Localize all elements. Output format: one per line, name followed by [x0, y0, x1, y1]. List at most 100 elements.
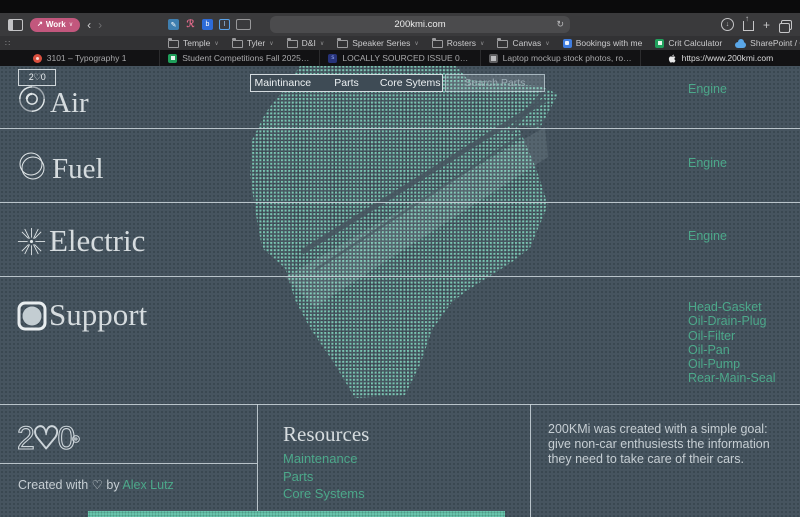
tab-stock-photos[interactable]: Laptop mockup stock photos, royalty-free… — [481, 50, 641, 66]
forward-button[interactable]: › — [98, 19, 102, 31]
folder-icon — [287, 40, 298, 48]
site-nav-buttons: Maintinance Parts Core Sytems — [250, 74, 443, 92]
r-extension-icon[interactable]: ℛ — [185, 19, 196, 30]
browser-window: ↗ Work ∨ ‹ › ✎ ℛ b I 200kmi.com ↻ ↓ + ∷ — [0, 0, 800, 517]
bookmark-folder-dandi[interactable]: D&I∨ — [287, 38, 325, 48]
svg-text:2♡0: 2♡0 — [17, 420, 74, 456]
support-link-oil-pump[interactable]: Oil-Pump — [688, 357, 776, 371]
bookmark-folder-rosters[interactable]: Rosters∨ — [432, 38, 485, 48]
row-label-electric: Electric — [49, 224, 145, 258]
footer-credit: Created with ♡ by Alex Lutz — [18, 477, 174, 492]
bookmark-folder-canvas[interactable]: Canvas∨ — [497, 38, 549, 48]
address-bar[interactable]: 200kmi.com ↻ — [270, 16, 570, 33]
b-extension-icon[interactable]: b — [202, 19, 213, 30]
browser-toolbar: ↗ Work ∨ ‹ › ✎ ℛ b I 200kmi.com ↻ ↓ + — [0, 13, 800, 36]
chevron-down-icon: ∨ — [480, 40, 484, 47]
sheets-favicon — [168, 54, 177, 63]
folder-icon — [232, 40, 243, 48]
support-icon — [16, 300, 48, 332]
next-section-halftone-strip — [88, 511, 505, 517]
divider — [0, 128, 800, 129]
bookmark-folder-tyler[interactable]: Tyler∨ — [232, 38, 274, 48]
chevron-down-icon: ∨ — [69, 21, 73, 28]
toolbar-left-group: ↗ Work ∨ ‹ › — [8, 13, 102, 36]
bookmark-crit-calculator[interactable]: Crit Calculator — [655, 38, 722, 48]
divider — [0, 276, 800, 277]
bookmark-items: Temple∨ Tyler∨ D&I∨ Speaker Series∨ Rost… — [168, 38, 800, 48]
calendar-icon — [563, 39, 572, 48]
alex-lutz-link[interactable]: Alex Lutz — [122, 478, 173, 492]
row-label-support: Support — [49, 298, 147, 332]
folder-icon — [168, 40, 179, 48]
bookmark-bookings[interactable]: Bookings with me — [563, 38, 643, 48]
heart-icon: ♡ — [92, 478, 103, 492]
tab-typography[interactable]: 3101 – Typography 1 — [0, 50, 160, 66]
divider — [0, 202, 800, 203]
resources-parts-link[interactable]: Parts — [283, 468, 365, 486]
support-link-oil-filter[interactable]: Oil-Filter — [688, 329, 776, 343]
divider-footer-top — [0, 404, 800, 405]
chevron-down-icon: ∨ — [414, 40, 418, 47]
divider-footer-left — [0, 463, 257, 464]
nav-parts-button[interactable]: Parts — [315, 75, 379, 91]
reload-icon[interactable]: ↻ — [556, 19, 564, 30]
spreadsheet-icon — [655, 39, 664, 48]
address-url: 200kmi.com — [394, 19, 445, 30]
site-logo[interactable]: 2♡0 — [18, 69, 56, 86]
tab-google-sheets[interactable]: Student Competitions Fall 2025 - Google … — [160, 50, 320, 66]
site-nav: Maintinance Parts Core Sytems Search Par… — [250, 74, 545, 92]
folder-icon — [337, 40, 348, 48]
window-top-strip — [0, 0, 800, 13]
new-tab-icon[interactable]: + — [763, 19, 770, 31]
support-link-oil-drain-plug[interactable]: Oil-Drain-Plug — [688, 314, 776, 328]
resources-core-systems-link[interactable]: Core Systems — [283, 485, 365, 503]
fuel-engine-link[interactable]: Engine — [688, 156, 727, 170]
row-label-air: Air — [50, 88, 89, 120]
window-icon[interactable] — [236, 19, 251, 30]
engine-halftone-illustration — [245, 66, 565, 406]
folder-icon — [432, 40, 443, 48]
toolbar-right-group: ↓ + — [721, 13, 792, 36]
submissions-favicon — [328, 54, 337, 63]
tab-overview-icon[interactable] — [781, 20, 792, 30]
chevron-down-icon: ∨ — [320, 40, 324, 47]
nav-maintenance-button[interactable]: Maintinance — [251, 75, 315, 91]
support-link-rear-main-seal[interactable]: Rear-Main-Seal — [688, 371, 776, 385]
downloads-icon[interactable]: ↓ — [721, 18, 734, 31]
tab-strip: 3101 – Typography 1 Student Competitions… — [0, 50, 800, 66]
chevron-down-icon: ∨ — [269, 40, 273, 47]
sidebar-toggle-icon[interactable] — [8, 19, 23, 31]
cloud-icon — [735, 42, 746, 48]
air-engine-link[interactable]: Engine — [688, 82, 727, 96]
electric-engine-link[interactable]: Engine — [688, 229, 727, 243]
apple-favicon — [668, 54, 677, 63]
nav-core-systems-button[interactable]: Core Sytems — [378, 75, 442, 91]
bookmark-folder-speaker-series[interactable]: Speaker Series∨ — [337, 38, 419, 48]
pen-extension-icon[interactable]: ✎ — [168, 19, 179, 30]
photo-favicon — [489, 54, 498, 63]
tab-200kmi-active[interactable]: https://www.200kmi.com — [641, 50, 800, 66]
resources-links: Maintenance Parts Core Systems — [283, 450, 365, 503]
fan-icon — [17, 84, 47, 114]
divider-vertical — [257, 404, 258, 517]
folder-icon — [497, 40, 508, 48]
support-link-head-gasket[interactable]: Head-Gasket — [688, 300, 776, 314]
row-label-fuel: Fuel — [52, 154, 104, 186]
grid-icon[interactable]: ∷ — [5, 39, 11, 48]
search-parts-button[interactable]: Search Parts — [445, 74, 545, 92]
divider-vertical — [530, 404, 531, 517]
page-200kmi: Maintinance Parts Core Sytems Search Par… — [0, 66, 800, 517]
i-extension-icon[interactable]: I — [219, 19, 230, 30]
tab-locally-sourced[interactable]: LOCALLY SOURCED ISSUE 04 Bulk Submission… — [320, 50, 480, 66]
workspace-arrow-icon: ↗ — [37, 21, 43, 28]
share-icon[interactable] — [743, 21, 754, 31]
bookmark-folder-temple[interactable]: Temple∨ — [168, 38, 219, 48]
back-button[interactable]: ‹ — [87, 19, 91, 31]
bookmark-sharepoint[interactable]: SharePoint / OneDrive — [735, 38, 800, 48]
footer-about-text: 200KMi was created with a simple goal: g… — [548, 422, 780, 468]
workspace-button[interactable]: ↗ Work ∨ — [30, 18, 80, 32]
spark-icon — [16, 226, 47, 257]
support-link-oil-pan[interactable]: Oil-Pan — [688, 343, 776, 357]
chevron-down-icon: ∨ — [545, 40, 549, 47]
resources-maintenance-link[interactable]: Maintenance — [283, 450, 365, 468]
